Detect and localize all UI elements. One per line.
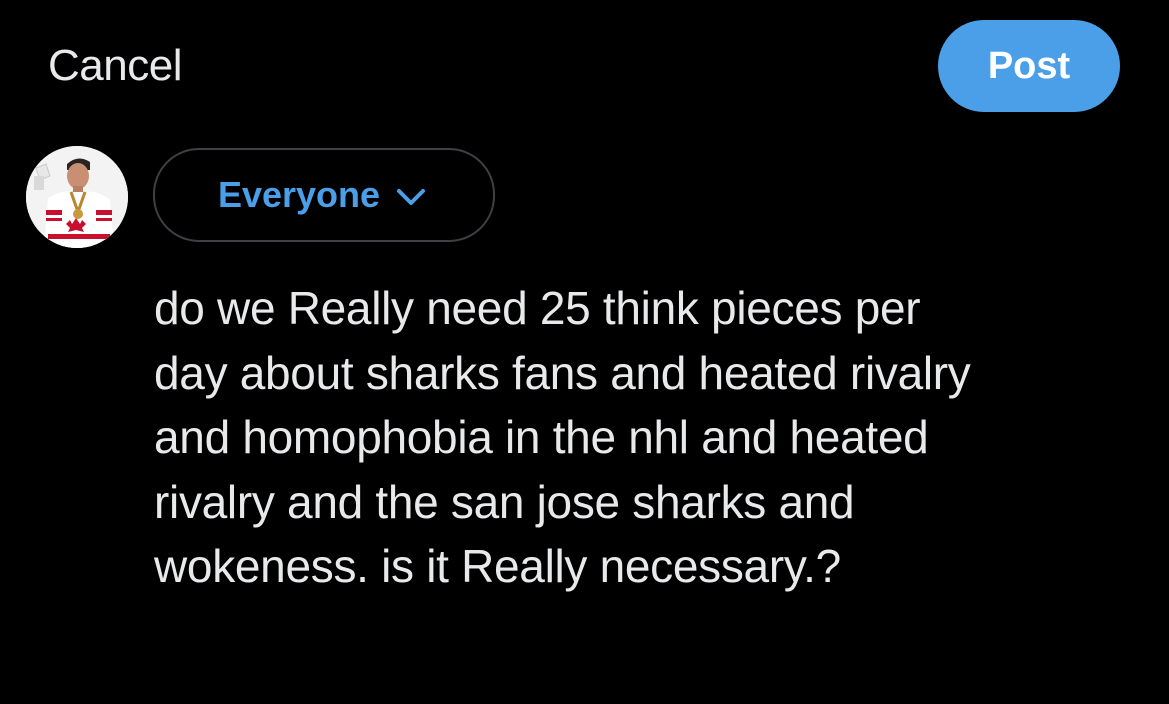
avatar[interactable] <box>26 146 128 248</box>
composer-top-bar: Cancel Post <box>0 0 1169 130</box>
avatar-photo <box>26 146 128 248</box>
post-text-input[interactable]: do we Really need 25 think pieces per da… <box>154 276 1154 599</box>
post-button[interactable]: Post <box>938 20 1120 112</box>
cancel-button[interactable]: Cancel <box>48 38 182 94</box>
audience-selector[interactable]: Everyone <box>153 148 495 242</box>
chevron-down-icon <box>397 189 426 205</box>
audience-label: Everyone <box>217 174 381 215</box>
